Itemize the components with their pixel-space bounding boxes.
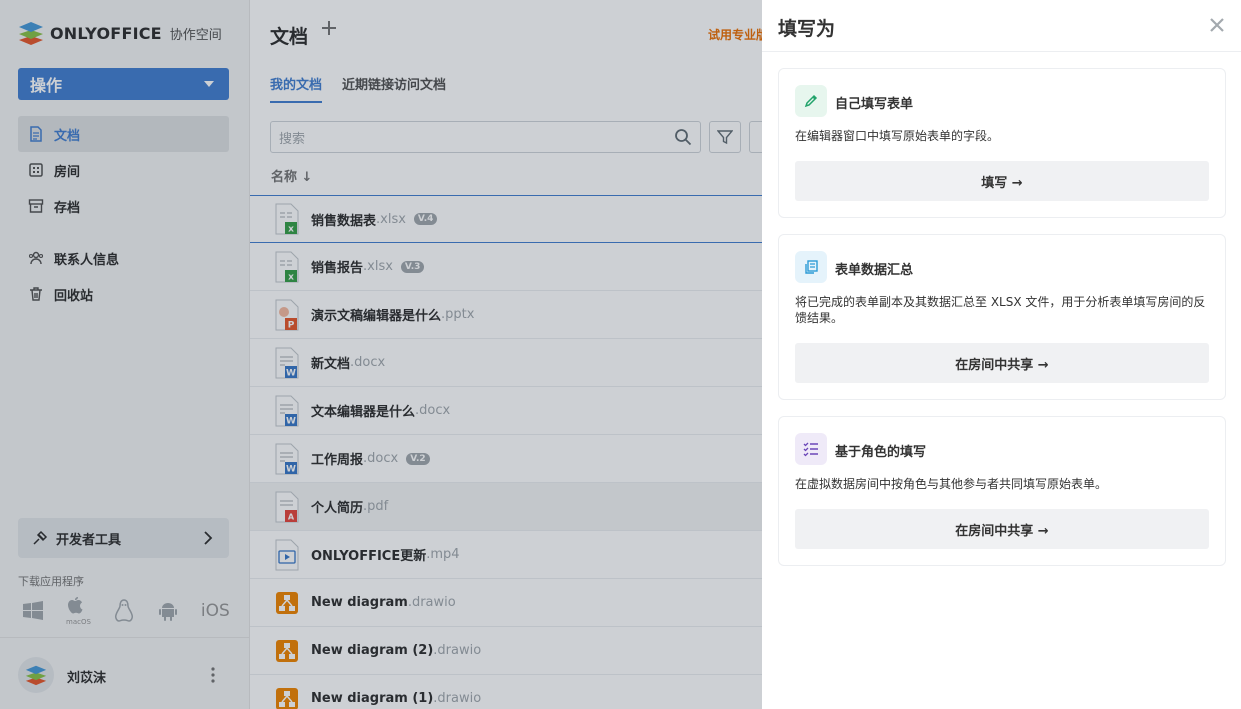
fill-as-panel: 填写为 自己填写表单 在编辑器窗口中填写原始表单的字段。 填写 → 表单数据汇总…: [762, 0, 1241, 709]
panel-title: 填写为: [778, 18, 836, 40]
card-title: 表单数据汇总: [835, 263, 914, 278]
modal-backdrop[interactable]: [0, 0, 762, 709]
card-form-data-summary: 表单数据汇总 将已完成的表单副本及其数据汇总至 XLSX 文件，用于分析表单填写…: [778, 234, 1226, 400]
share-in-room-button[interactable]: 在房间中共享 →: [795, 509, 1209, 549]
close-icon[interactable]: [1208, 16, 1226, 34]
card-description: 在虚拟数据房间中按角色与其他参与者共同填写原始表单。: [795, 477, 1108, 491]
panel-divider: [762, 51, 1241, 52]
pencil-icon: [795, 85, 827, 117]
card-fill-yourself: 自己填写表单 在编辑器窗口中填写原始表单的字段。 填写 →: [778, 68, 1226, 218]
fill-button[interactable]: 填写 →: [795, 161, 1209, 201]
role-list-icon: [795, 433, 827, 465]
card-role-based-filling: 基于角色的填写 在虚拟数据房间中按角色与其他参与者共同填写原始表单。 在房间中共…: [778, 416, 1226, 566]
card-title: 基于角色的填写: [835, 445, 927, 460]
card-description: 将已完成的表单副本及其数据汇总至 XLSX 文件，用于分析表单填写房间的反馈结果…: [795, 295, 1206, 325]
card-title: 自己填写表单: [835, 97, 914, 112]
card-description: 在编辑器窗口中填写原始表单的字段。: [795, 129, 1000, 143]
share-in-room-button[interactable]: 在房间中共享 →: [795, 343, 1209, 383]
copy-forms-icon: [795, 251, 827, 283]
